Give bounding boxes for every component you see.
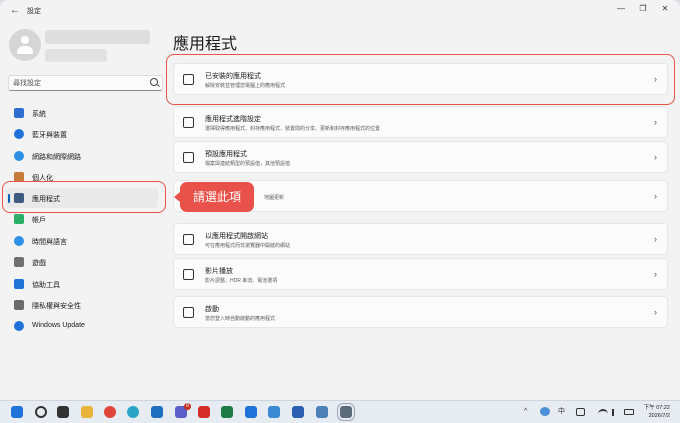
tray-chevron-up-icon[interactable]: ^ — [524, 407, 527, 417]
taskbar-outlook-icon[interactable] — [151, 406, 163, 418]
window-title: 設定 — [27, 8, 41, 15]
chevron-right-icon: › — [654, 234, 657, 244]
minimize-button[interactable]: — — [612, 2, 630, 16]
taskbar-chrome-icon[interactable] — [104, 406, 116, 418]
sidebar-item-label: 隱私權與安全性 — [32, 303, 81, 310]
privacy-shield-icon — [14, 300, 24, 310]
taskbar-photos-icon[interactable] — [268, 406, 280, 418]
startup-icon — [183, 307, 194, 318]
apps-for-websites-icon — [183, 234, 194, 245]
battery-icon[interactable] — [624, 409, 634, 415]
settings-card-video-playback[interactable]: 影片播放影片調整、HDR 串流、電池選項 › — [173, 258, 668, 290]
settings-card-apps-for-websites[interactable]: 以應用程式開啟網站可在應用程式而非瀏覽器中開啟的網站 › — [173, 223, 668, 255]
profile-email-placeholder — [45, 49, 107, 62]
sidebar-item-accessibility[interactable]: 協助工具 — [6, 274, 158, 294]
accessibility-icon — [14, 279, 24, 289]
search-input[interactable] — [13, 77, 143, 89]
teams-notification-badge: 8 — [184, 403, 191, 410]
taskbar-search-icon[interactable] — [35, 406, 47, 418]
card-description: 影片調整、HDR 串流、電池選項 — [205, 278, 278, 284]
chevron-right-icon: › — [654, 307, 657, 317]
sidebar-item-bluetooth[interactable]: 藍牙與裝置 — [6, 124, 158, 144]
taskbar-file-explorer-icon[interactable] — [81, 406, 93, 418]
taskbar-settings-icon[interactable] — [337, 403, 355, 421]
taskbar-task-view-icon[interactable] — [57, 406, 69, 418]
accounts-icon — [14, 214, 24, 224]
sidebar-item-gaming[interactable]: 遊戲 — [6, 252, 158, 272]
taskbar-acrobat-icon[interactable] — [198, 406, 210, 418]
time-language-icon — [14, 236, 24, 246]
sidebar-item-label: 網路和網際網路 — [32, 154, 81, 161]
card-title: 啟動 — [205, 306, 219, 313]
back-button[interactable]: ← — [8, 4, 22, 18]
settings-window: ← 設定 — ❐ ✕ 系統藍牙與裝置網路和網際網路個人化應用程式帳戶時間與語言遊… — [0, 0, 680, 400]
settings-card-startup[interactable]: 啟動當您登入時自動啟動的應用程式 › — [173, 296, 668, 328]
windows-update-icon — [14, 321, 24, 331]
instruction-callout: 請選此項 — [174, 182, 254, 212]
sidebar-item-label: Windows Update — [32, 322, 85, 329]
clock-time: 下午 07:22 — [643, 405, 670, 411]
sidebar-item-privacy-shield[interactable]: 隱私權與安全性 — [6, 295, 158, 315]
search-icon[interactable] — [150, 78, 158, 86]
video-playback-icon — [183, 269, 194, 280]
chevron-right-icon: › — [654, 191, 657, 201]
weather-icon[interactable] — [540, 407, 550, 416]
chevron-right-icon: › — [654, 269, 657, 279]
volume-icon[interactable] — [612, 409, 620, 416]
avatar[interactable] — [9, 29, 41, 61]
page-title: 應用程式 — [173, 36, 238, 53]
settings-card-advanced-app-settings[interactable]: 應用程式進階設定選擇取得應用程式、封存應用程式、裝置間的分享、更新和封存應用程式… — [173, 106, 668, 138]
card-description: 當您登入時自動啟動的應用程式 — [205, 316, 276, 322]
default-apps-icon — [183, 152, 194, 163]
advanced-app-settings-icon — [183, 117, 194, 128]
system-icon — [14, 108, 24, 118]
clock-date: 2026/7/2 — [648, 413, 670, 419]
taskbar-outlook-new-icon[interactable] — [245, 406, 257, 418]
close-button[interactable]: ✕ — [656, 2, 674, 16]
sidebar-item-label: 帳戶 — [32, 217, 46, 224]
sidebar-item-time-language[interactable]: 時間與語言 — [6, 231, 158, 251]
card-title: 預設應用程式 — [205, 151, 247, 158]
highlight-installed-apps — [166, 54, 675, 105]
sidebar-item-label: 時間與語言 — [32, 239, 67, 246]
sidebar-item-label: 協助工具 — [32, 282, 60, 289]
taskbar-edge-icon[interactable] — [127, 406, 139, 418]
maximize-button[interactable]: ❐ — [634, 2, 652, 16]
card-description: 檔案與連結類型的預設值，其他預設值 — [205, 161, 291, 167]
settings-card-default-apps[interactable]: 預設應用程式檔案與連結類型的預設值，其他預設值 › — [173, 141, 668, 173]
profile-name-placeholder — [45, 30, 150, 44]
card-description: 選擇取得應用程式、封存應用程式、裝置間的分享、更新和封存應用程式的位置 — [205, 126, 381, 132]
card-title: 影片播放 — [205, 268, 233, 275]
taskbar: 8 ^ 中 下午 07:22 2026/7/2 — [0, 400, 680, 423]
chevron-right-icon: › — [654, 117, 657, 127]
card-description: 可在應用程式而非瀏覽器中開啟的網站 — [205, 243, 291, 249]
card-title: 應用程式進階設定 — [205, 116, 261, 123]
title-bar: ← 設定 — ❐ ✕ — [0, 0, 680, 22]
taskbar-start-windows-icon[interactable] — [11, 406, 23, 418]
sidebar-item-label: 系統 — [32, 111, 46, 118]
highlight-apps-nav — [2, 181, 166, 213]
sidebar-item-network[interactable]: 網路和網際網路 — [6, 146, 158, 166]
sidebar-item-system[interactable]: 系統 — [6, 103, 158, 123]
card-title: 以應用程式開啟網站 — [205, 233, 268, 240]
sidebar-item-label: 藍牙與裝置 — [32, 132, 67, 139]
taskbar-calculator-icon[interactable] — [316, 406, 328, 418]
card-description: 地圖更新 — [264, 195, 285, 201]
sidebar-item-label: 遊戲 — [32, 260, 46, 267]
ime-indicator[interactable]: 中 — [558, 407, 565, 417]
bluetooth-icon — [14, 129, 24, 139]
gaming-icon — [14, 257, 24, 267]
network-icon — [14, 151, 24, 161]
taskbar-excel-icon[interactable] — [221, 406, 233, 418]
wifi-icon[interactable] — [598, 409, 608, 415]
keyboard-icon[interactable] — [576, 408, 585, 416]
taskbar-word-icon[interactable] — [292, 406, 304, 418]
settings-search[interactable] — [8, 75, 163, 91]
taskbar-clock[interactable]: 下午 07:22 2026/7/2 — [644, 404, 670, 420]
sidebar-item-windows-update[interactable]: Windows Update — [6, 316, 158, 336]
chevron-right-icon: › — [654, 152, 657, 162]
